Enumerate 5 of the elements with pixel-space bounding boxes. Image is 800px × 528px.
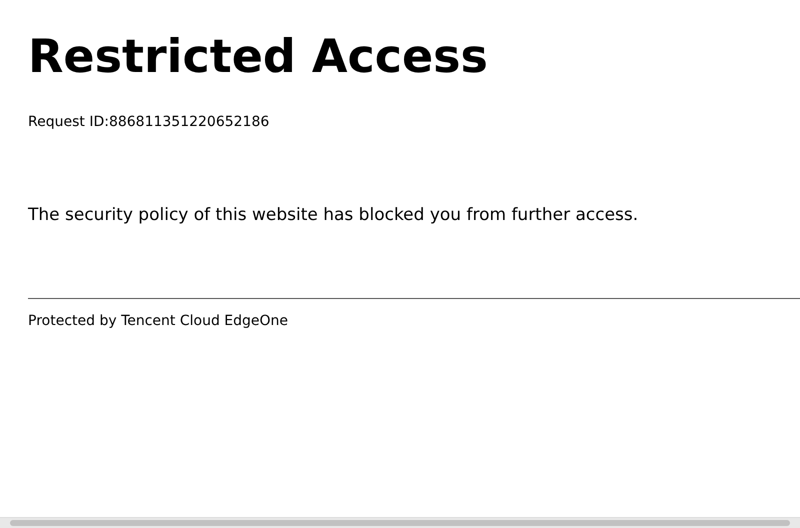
block-message: The security policy of this website has blocked you from further access. bbox=[28, 204, 638, 226]
request-id: Request ID:886811351220652186 bbox=[28, 113, 270, 131]
page-title: Restricted Access bbox=[28, 29, 488, 83]
footer-text: Protected by Tencent Cloud EdgeOne bbox=[28, 312, 288, 330]
horizontal-scrollbar[interactable] bbox=[0, 517, 800, 528]
